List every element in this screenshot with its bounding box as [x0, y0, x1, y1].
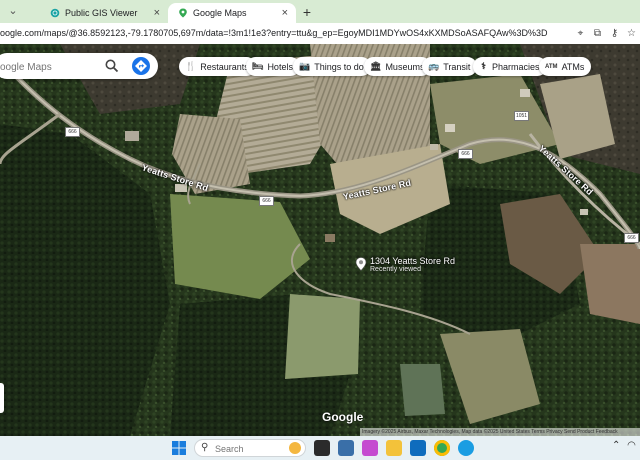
windows-taskbar: ⚲ ⌃ ◠: [0, 436, 640, 460]
tab-public-gis-viewer[interactable]: Public GIS Viewer ×: [40, 3, 168, 23]
chip-hotels[interactable]: 🛏 Hotels: [246, 57, 300, 76]
camera-icon: 📷: [299, 61, 311, 71]
chip-label: Pharmacies: [492, 61, 540, 72]
museum-icon: 🏛: [370, 61, 382, 71]
wifi-icon: ◠: [627, 440, 636, 451]
maps-pin-icon: [178, 8, 188, 18]
task-view-icon[interactable]: [314, 440, 330, 456]
atm-icon: ATM: [545, 63, 558, 70]
directions-button[interactable]: [132, 57, 150, 75]
chip-pharmacies[interactable]: ⚕ Pharmacies: [473, 57, 547, 76]
place-subtitle: Recently viewed: [370, 266, 421, 273]
map-attribution: Imagery ©2025 Airbus, Maxar Technologies…: [360, 428, 640, 436]
side-panel-handle[interactable]: [0, 383, 4, 413]
outlook-icon[interactable]: [410, 440, 426, 456]
key-icon[interactable]: ⚷: [608, 27, 621, 40]
widgets-icon[interactable]: [338, 440, 354, 456]
google-logo: Google: [322, 410, 364, 424]
chip-label: Museums: [385, 61, 425, 72]
chip-label: ATMs: [561, 61, 585, 72]
location-icon[interactable]: ⌖: [574, 27, 587, 40]
route-shield: 666: [624, 233, 639, 243]
install-app-icon[interactable]: ⧉: [591, 27, 604, 40]
new-tab-button[interactable]: +: [298, 3, 316, 21]
close-tab-icon[interactable]: ×: [282, 7, 288, 19]
chip-label: Transit: [443, 61, 471, 72]
file-explorer-icon[interactable]: [386, 440, 402, 456]
taskbar-search-input[interactable]: [213, 441, 287, 457]
search-icon: ⚲: [201, 442, 209, 453]
bed-icon: 🛏: [252, 61, 264, 71]
tab-title: Google Maps: [193, 8, 247, 18]
route-shield: 1051: [514, 111, 529, 121]
fork-knife-icon: 🍴: [185, 61, 197, 71]
copilot-icon[interactable]: [362, 440, 378, 456]
satellite-imagery: [0, 44, 640, 436]
bookmark-star-icon[interactable]: ☆: [625, 27, 638, 40]
chip-label: Hotels: [267, 61, 293, 72]
chip-atms[interactable]: ATM ATMs: [539, 57, 592, 76]
satellite-map[interactable]: 🍴 Restaurants 🛏 Hotels 📷 Things to do 🏛 …: [0, 44, 640, 436]
address-bar-row: oogle.com/maps/@36.8592123,-79.1780705,6…: [0, 23, 640, 44]
search-icon[interactable]: [104, 58, 120, 74]
taskbar-search[interactable]: ⚲: [194, 439, 306, 457]
route-shield: 666: [65, 127, 80, 137]
maps-search-box[interactable]: [0, 53, 158, 81]
browser-tab-bar: ⌄ Public GIS Viewer × Google Maps × +: [0, 0, 640, 23]
search-highlight-icon: [289, 442, 301, 454]
place-title[interactable]: 1304 Yeatts Store Rd: [370, 256, 455, 266]
pharmacy-icon: ⚕: [481, 61, 486, 71]
tab-title: Public GIS Viewer: [65, 8, 138, 18]
chrome-icon[interactable]: [434, 440, 450, 456]
edge-icon[interactable]: [458, 440, 474, 456]
close-tab-icon[interactable]: ×: [154, 7, 160, 19]
chevron-up-icon[interactable]: ⌃: [612, 440, 620, 451]
system-tray[interactable]: ⌃ ◠: [612, 440, 640, 456]
bus-icon: 🚌: [428, 61, 440, 71]
directions-icon: [135, 60, 147, 72]
place-marker[interactable]: [355, 257, 367, 271]
chip-label: Things to do: [314, 61, 364, 72]
url-field[interactable]: oogle.com/maps/@36.8592123,-79.1780705,6…: [0, 26, 560, 41]
maps-search-input[interactable]: [0, 53, 112, 81]
route-shield: 666: [259, 196, 274, 206]
route-shield: 666: [458, 149, 473, 159]
tab-google-maps[interactable]: Google Maps ×: [168, 3, 296, 23]
windows-start-icon[interactable]: [172, 441, 186, 455]
chip-label: Restaurants: [200, 61, 249, 72]
chip-restaurants[interactable]: 🍴 Restaurants: [179, 57, 256, 76]
chip-things-to-do[interactable]: 📷 Things to do: [293, 57, 371, 76]
globe-icon: [50, 8, 60, 18]
tab-list-icon[interactable]: ⌄: [6, 4, 20, 18]
chip-transit[interactable]: 🚌 Transit: [422, 57, 478, 76]
location-pin-icon: [355, 257, 367, 271]
